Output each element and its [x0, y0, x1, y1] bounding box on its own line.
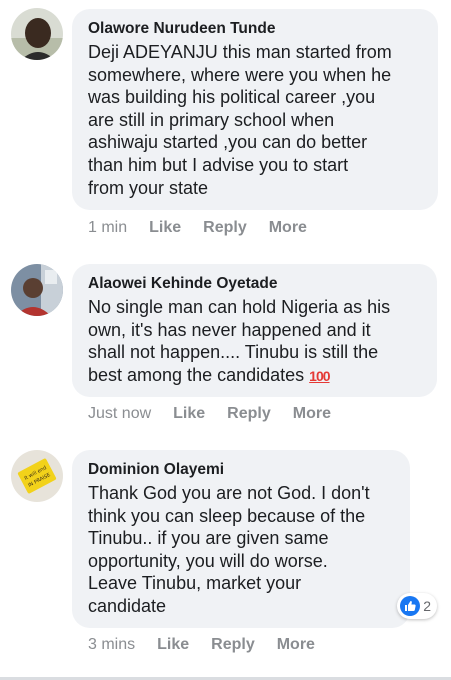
avatar-image [11, 8, 63, 60]
reaction-count: 2 [423, 598, 431, 614]
more-button[interactable]: More [277, 636, 315, 654]
hundred-points-icon: 100 [309, 367, 330, 384]
reply-button[interactable]: Reply [227, 405, 271, 423]
like-button[interactable]: Like [173, 405, 205, 423]
comment-bubble: Dominion Olayemi Thank God you are not G… [72, 450, 410, 628]
comment-text: Deji ADEYANJU this man started from some… [88, 42, 392, 198]
avatar-image [11, 264, 63, 316]
thumbs-up-icon [400, 596, 421, 616]
comment-time[interactable]: Just now [88, 405, 151, 423]
comment-text-content: No single man can hold Nigeria as his ow… [88, 297, 391, 385]
reply-button[interactable]: Reply [211, 636, 255, 654]
comment-author[interactable]: Dominion Olayemi [88, 460, 394, 480]
reaction-count-badge[interactable]: 2 [397, 593, 437, 619]
more-button[interactable]: More [293, 405, 331, 423]
more-button[interactable]: More [269, 219, 307, 237]
like-button[interactable]: Like [157, 636, 189, 654]
reply-button[interactable]: Reply [203, 219, 247, 237]
comment-actions: 3 mins Like Reply More [88, 634, 337, 656]
comment-text: No single man can hold Nigeria as his ow… [88, 296, 421, 387]
comment-time[interactable]: 1 min [88, 219, 127, 237]
comment-actions: 1 min Like Reply More [88, 217, 329, 239]
avatar[interactable] [11, 264, 63, 316]
comment-author[interactable]: Olawore Nurudeen Tunde [88, 19, 422, 39]
avatar[interactable]: It will end IN PRAISE [11, 450, 63, 502]
like-button[interactable]: Like [149, 219, 181, 237]
comment-author[interactable]: Alaowei Kehinde Oyetade [88, 274, 421, 294]
comment-text: Thank God you are not God. I don't think… [88, 483, 370, 616]
avatar[interactable] [11, 8, 63, 60]
avatar-image: It will end IN PRAISE [11, 450, 63, 502]
comment-bubble: Olawore Nurudeen Tunde Deji ADEYANJU thi… [72, 9, 438, 210]
comment-actions: Just now Like Reply More [88, 403, 353, 425]
comment-bubble: Alaowei Kehinde Oyetade No single man ca… [72, 264, 437, 397]
comment-time[interactable]: 3 mins [88, 636, 135, 654]
